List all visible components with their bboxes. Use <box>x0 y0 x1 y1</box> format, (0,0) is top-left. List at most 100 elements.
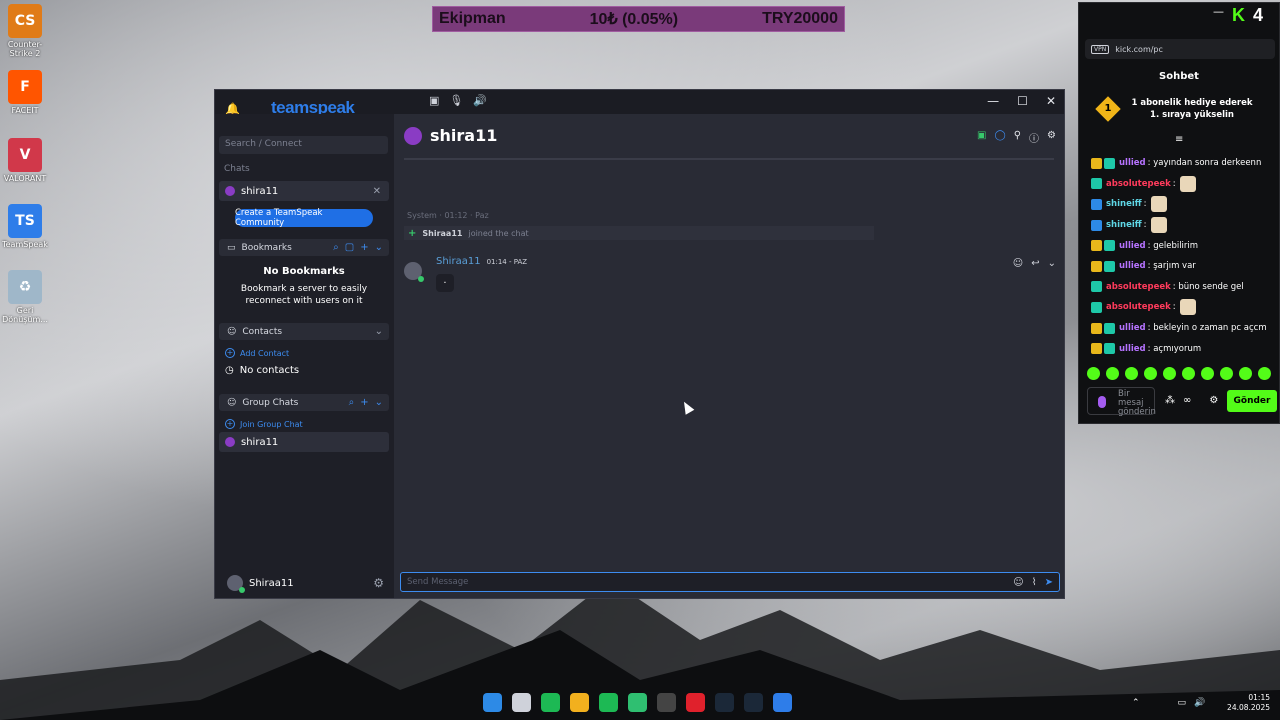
avatar[interactable] <box>404 262 424 282</box>
minimize-button[interactable]: — <box>987 94 999 108</box>
taskbar-app-icon[interactable] <box>715 693 734 712</box>
folder-icon[interactable]: ▢ <box>345 242 354 253</box>
users-icon[interactable]: ⁂ <box>1165 395 1175 406</box>
volume-icon[interactable]: 🔊 <box>1194 698 1205 708</box>
url-bar[interactable]: VPN kick.com/pc <box>1085 39 1275 59</box>
speaker-icon[interactable]: 🔊 <box>473 94 487 107</box>
add-contact-link[interactable]: + Add Contact <box>225 348 289 358</box>
desktop-icon[interactable]: TS TeamSpeak <box>0 204 50 249</box>
join-group-chat-link[interactable]: + Join Group Chat <box>225 419 303 429</box>
add-icon[interactable]: + <box>360 242 368 253</box>
taskbar-app-icon[interactable] <box>628 693 647 712</box>
chevron-down-icon[interactable]: ⌄ <box>375 326 383 337</box>
mic-icon[interactable] <box>1098 396 1106 408</box>
chat-username[interactable]: ullied <box>1119 261 1146 271</box>
group-chat-item[interactable]: shira11 <box>219 432 389 452</box>
screen-icon[interactable]: ▣ <box>429 94 439 107</box>
info-icon[interactable]: ⓘ <box>1029 130 1039 145</box>
search-input[interactable]: Search / Connect <box>219 136 388 154</box>
taskbar-app-icon[interactable] <box>483 693 502 712</box>
taskbar-app-icon[interactable] <box>744 693 763 712</box>
group-icon: ☺ <box>227 397 237 408</box>
emote-icon[interactable] <box>1106 367 1119 380</box>
clock-icon: ◷ <box>225 365 234 376</box>
gear-icon[interactable]: ⚙ <box>373 576 384 590</box>
message-author[interactable]: Shiraa11 <box>436 256 481 267</box>
send-button[interactable]: Gönder <box>1227 390 1277 412</box>
taskbar-app-icon[interactable] <box>599 693 618 712</box>
send-icon[interactable]: ➤ <box>1045 577 1053 588</box>
infinity-icon[interactable]: ∞ <box>1183 395 1191 406</box>
send-message-input[interactable]: Send Message ☺ ⌇ ➤ <box>400 572 1060 592</box>
desktop-icon[interactable]: ♻ Geri Dönüşüm... <box>0 270 50 324</box>
chevron-up-icon[interactable]: ⌃ <box>1132 698 1140 708</box>
chat-username[interactable]: ullied <box>1119 241 1146 251</box>
blue-badge-icon <box>1091 198 1102 210</box>
create-community-button[interactable]: Create a TeamSpeak Community <box>235 208 373 228</box>
avatar[interactable] <box>227 575 245 593</box>
emote-icon[interactable] <box>1087 367 1100 380</box>
chat-username[interactable]: ullied <box>1119 344 1146 354</box>
desktop-icon-label: FACEIT <box>11 106 39 115</box>
emote-icon[interactable] <box>1258 367 1271 380</box>
gear-icon[interactable]: ⚙ <box>1047 130 1056 145</box>
emote-icon[interactable] <box>1144 367 1157 380</box>
chat-bubble-icon[interactable]: ◯ <box>995 130 1006 145</box>
emote-icon[interactable] <box>1239 367 1252 380</box>
desktop-icon[interactable]: F FACEIT <box>0 70 50 115</box>
chat-username[interactable]: shineiff <box>1106 220 1142 230</box>
emoji-icon[interactable]: ☺ <box>1013 258 1023 269</box>
contacts-header[interactable]: ☺ Contacts ⌄ <box>219 323 389 340</box>
chat-input[interactable]: Bir mesaj gönderin <box>1087 387 1156 417</box>
share-screen-icon[interactable]: ▣ <box>977 130 986 145</box>
add-icon[interactable]: + <box>360 397 368 408</box>
pin-icon[interactable]: ⚲ <box>1014 130 1021 145</box>
emote-icon[interactable] <box>1201 367 1214 380</box>
emote-icon[interactable] <box>1125 367 1138 380</box>
taskbar-app-icon[interactable] <box>686 693 705 712</box>
desktop-icon[interactable]: V VALORANT <box>0 138 50 183</box>
crown-badge-icon <box>1091 240 1102 252</box>
vpn-badge[interactable]: VPN <box>1091 44 1110 54</box>
emote-icon[interactable] <box>1220 367 1233 380</box>
chat-username[interactable]: absolutepeek <box>1106 179 1171 189</box>
chat-username[interactable]: ullied <box>1119 158 1146 168</box>
mic-icon[interactable]: 🎙 <box>449 94 463 107</box>
search-icon[interactable]: ⌕ <box>333 242 339 253</box>
clock[interactable]: 01:15 24.08.2025 <box>1227 693 1270 713</box>
reply-icon[interactable]: ↩ <box>1031 258 1039 269</box>
bookmarks-empty-title: No Bookmarks <box>263 266 345 277</box>
taskbar-app-icon[interactable] <box>570 693 589 712</box>
chat-username[interactable]: absolutepeek <box>1106 302 1171 312</box>
attach-icon[interactable]: ⌇ <box>1032 577 1037 588</box>
chevron-down-icon[interactable]: ⌄ <box>375 242 383 253</box>
search-icon[interactable]: ⌕ <box>349 397 355 408</box>
close-button[interactable]: ✕ <box>1046 94 1056 108</box>
chat-item-shira11[interactable]: shira11 ✕ <box>219 181 389 201</box>
add-contact-label: Add Contact <box>240 348 290 358</box>
taskbar-app-icon[interactable] <box>773 693 792 712</box>
group-chats-header[interactable]: ☺ Group Chats ⌕ + ⌄ <box>219 394 389 411</box>
chevron-down-icon[interactable]: ⌄ <box>375 397 383 408</box>
menu-icon[interactable]: ≡ <box>1175 134 1183 145</box>
taskbar-app-icon[interactable] <box>657 693 676 712</box>
network-icon[interactable]: ▭ <box>1178 698 1187 708</box>
minimize-button[interactable]: — <box>1213 5 1224 18</box>
desktop-icon[interactable]: CS Counter-Strike 2 <box>0 4 50 58</box>
teamspeak-window: 🔔 teamspeak ▣ 🎙 🔊 — ☐ ✕ Search / Connect… <box>214 89 1065 599</box>
taskbar-app-icon[interactable] <box>512 693 531 712</box>
chat-username[interactable]: shineiff <box>1106 199 1142 209</box>
bookmarks-header[interactable]: ▭ Bookmarks ⌕ ▢ + ⌄ <box>219 239 389 256</box>
emote-icon[interactable] <box>1163 367 1176 380</box>
gear-icon[interactable]: ⚙ <box>1209 395 1218 406</box>
chat-username[interactable]: ullied <box>1119 323 1146 333</box>
gift-banner[interactable]: 1 1 abonelik hediye ederek 1. sıraya yük… <box>1095 96 1257 122</box>
maximize-button[interactable]: ☐ <box>1017 94 1028 108</box>
join-text: joined the chat <box>468 228 529 238</box>
chat-username[interactable]: absolutepeek <box>1106 282 1171 292</box>
emote-icon[interactable] <box>1182 367 1195 380</box>
chevron-down-icon[interactable]: ⌄ <box>1048 258 1056 269</box>
taskbar-app-icon[interactable] <box>541 693 560 712</box>
emoji-icon[interactable]: ☺ <box>1013 577 1023 588</box>
close-icon[interactable]: ✕ <box>373 186 381 197</box>
